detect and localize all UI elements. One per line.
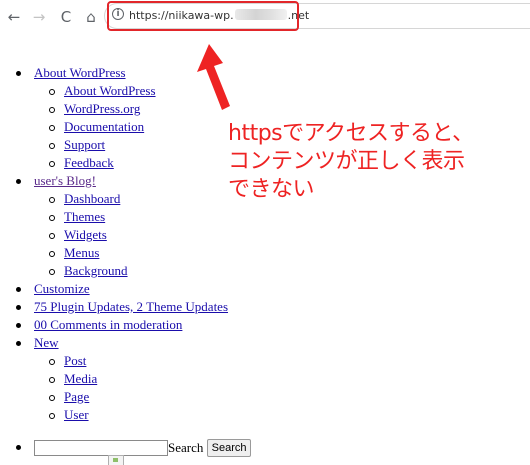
list-item: About WordPress	[34, 82, 530, 100]
list-item: Widgets	[34, 226, 530, 244]
search-input[interactable]	[34, 440, 168, 457]
annotation-callout: httpsでアクセスすると、 コンテンツが正しく表示 できない	[228, 120, 528, 204]
documentation-link[interactable]: Documentation	[64, 119, 144, 134]
annotation-line-1: httpsでアクセスすると、	[228, 121, 474, 146]
new-page-link[interactable]: Page	[64, 389, 89, 404]
reload-icon[interactable]: C	[55, 6, 77, 28]
about-wordpress-sub-link[interactable]: About WordPress	[64, 83, 156, 98]
list-item: WordPress.org	[34, 100, 530, 118]
forward-icon[interactable]: →	[28, 6, 50, 28]
updates-link[interactable]: 75 Plugin Updates, 2 Theme Updates	[34, 299, 228, 314]
search-label: Search	[168, 440, 204, 456]
list-item: Page	[34, 388, 530, 406]
wordpress-org-link[interactable]: WordPress.org	[64, 101, 140, 116]
menu-new: New Post Media Page User	[0, 334, 530, 424]
search-button[interactable]: Search	[206, 439, 252, 458]
customize-link[interactable]: Customize	[34, 281, 90, 296]
list-item: User	[34, 406, 530, 424]
url-highlight-box	[107, 1, 299, 31]
new-media-link[interactable]: Media	[64, 371, 97, 386]
themes-link[interactable]: Themes	[64, 209, 105, 224]
new-content-link[interactable]: New	[34, 335, 59, 350]
annotation-line-3: できない	[228, 177, 315, 202]
list-item: Post	[34, 352, 530, 370]
search-row: Search Search	[0, 438, 530, 458]
menu-updates: 75 Plugin Updates, 2 Theme Updates	[0, 298, 530, 316]
red-arrow-icon	[197, 44, 230, 110]
list-item: Background	[34, 262, 530, 280]
list-item: Media	[34, 370, 530, 388]
feedback-link[interactable]: Feedback	[64, 155, 114, 170]
about-wordpress-link[interactable]: About WordPress	[34, 65, 126, 80]
new-post-link[interactable]: Post	[64, 353, 86, 368]
background-link[interactable]: Background	[64, 263, 128, 278]
annotation-line-2: コンテンツが正しく表示	[228, 149, 465, 174]
new-submenu: Post Media Page User	[34, 352, 530, 424]
menu-comments: 00 Comments in moderation	[0, 316, 530, 334]
list-item: Menus	[34, 244, 530, 262]
support-link[interactable]: Support	[64, 137, 105, 152]
menu-customize: Customize	[0, 280, 530, 298]
home-icon[interactable]: ⌂	[80, 6, 102, 28]
widgets-link[interactable]: Widgets	[64, 227, 107, 242]
new-user-link[interactable]: User	[64, 407, 89, 422]
browser-toolbar: ← → C ⌂ i https://niikawa-wp. .net	[0, 0, 530, 36]
menus-link[interactable]: Menus	[64, 245, 99, 260]
site-name-link[interactable]: user's Blog!	[34, 173, 96, 188]
dashboard-link[interactable]: Dashboard	[64, 191, 120, 206]
back-icon[interactable]: ←	[3, 6, 25, 28]
comments-link[interactable]: 00 Comments in moderation	[34, 317, 182, 332]
list-item: Themes	[34, 208, 530, 226]
